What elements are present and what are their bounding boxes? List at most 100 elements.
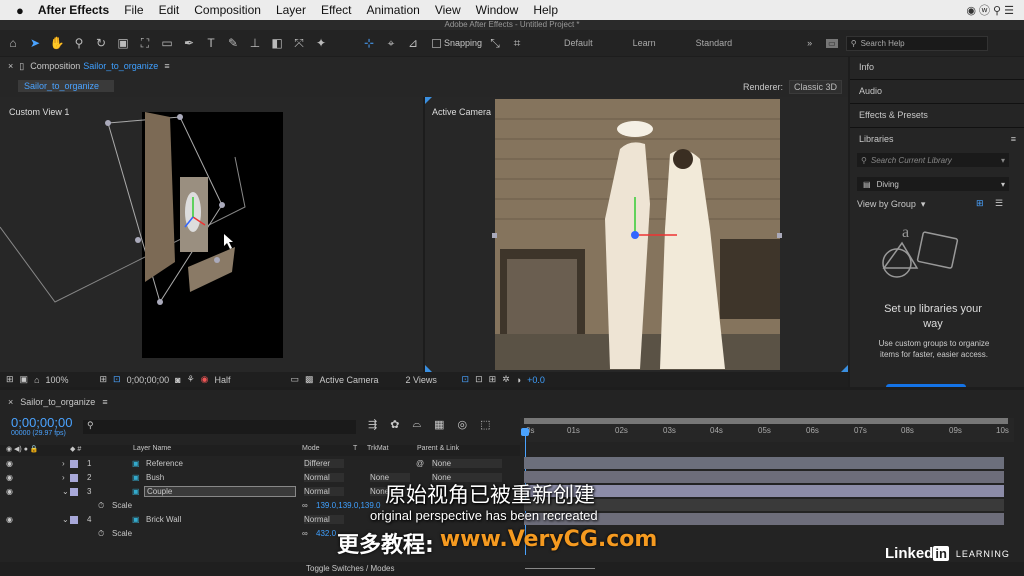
stopwatch-icon[interactable]: ⏱ [98, 529, 104, 539]
motion-blur-icon[interactable]: ◎ [458, 418, 468, 431]
eye-icon[interactable]: ◉ [6, 459, 13, 468]
menu-help[interactable]: Help [533, 3, 558, 17]
layer-name[interactable]: Bush [146, 473, 164, 482]
local-axis-icon[interactable]: ⊹ [360, 34, 378, 52]
label-color-swatch[interactable] [70, 487, 78, 496]
menu-file[interactable]: File [124, 3, 143, 17]
layer-name[interactable]: Brick Wall [146, 515, 181, 524]
draft-3d-icon[interactable]: ✿ [390, 418, 399, 431]
zoom-slider[interactable] [525, 568, 595, 569]
layer-name[interactable]: Reference [146, 459, 183, 468]
stopwatch-icon[interactable]: ⏱ [98, 501, 104, 511]
stamp-tool-icon[interactable]: ⊥ [246, 34, 264, 52]
collapse-arrow-icon[interactable]: ⌄ [62, 515, 69, 524]
frame-blending-icon[interactable]: ▦ [434, 418, 444, 431]
libraries-menu-icon[interactable]: ≡ [1011, 134, 1016, 144]
layer-row-1[interactable]: ◉ › 1 ▣ Reference Differer @ None [0, 457, 520, 470]
apple-icon[interactable]: ● [16, 3, 24, 18]
viewer-timecode[interactable]: 0;00;00;00 [127, 375, 170, 385]
exposure-value[interactable]: +0.0 [527, 375, 545, 385]
collapse-arrow-icon[interactable]: ⌄ [62, 487, 69, 496]
timeline-search-field[interactable]: ⚲ [83, 420, 356, 434]
view-axis-icon[interactable]: ⊿ [404, 34, 422, 52]
label-color-swatch[interactable] [70, 473, 78, 482]
pan-behind-icon[interactable]: ⛶ [136, 34, 154, 52]
toggle-switches-modes[interactable]: Toggle Switches / Modes [306, 564, 395, 573]
eraser-tool-icon[interactable]: ◧ [268, 34, 286, 52]
libraries-panel-title[interactable]: Libraries [859, 134, 894, 144]
type-tool-icon[interactable]: T [202, 34, 220, 52]
mode-dropdown[interactable]: Normal [304, 487, 344, 496]
puppet-tool-icon[interactable]: ✦ [312, 34, 330, 52]
menu-layer[interactable]: Layer [276, 3, 306, 17]
close-icon[interactable]: × [8, 397, 13, 407]
parent-dropdown[interactable]: None [432, 459, 502, 468]
audio-panel[interactable]: Audio [859, 86, 882, 96]
menu-view[interactable]: View [435, 3, 461, 17]
time-ruler[interactable]: 0s 01s 02s 03s 04s 05s 06s 07s 08s 09s 1… [520, 418, 1014, 442]
mode-dropdown[interactable]: Normal [304, 515, 344, 524]
menu-icon[interactable]: ≡ [102, 397, 107, 407]
col-mode[interactable]: Mode [302, 445, 320, 452]
transparency-grid-icon[interactable]: ▩ [305, 374, 314, 385]
constrain-link-icon[interactable]: ∞ [302, 529, 308, 538]
search-help-field[interactable]: ⚲ Search Help [845, 35, 988, 51]
workspace-icon[interactable]: ▭ [826, 38, 838, 48]
menu-composition[interactable]: Composition [194, 3, 261, 17]
get-started-button[interactable] [886, 384, 966, 387]
roi-icon[interactable]: ▭ [291, 374, 300, 385]
track-bar-1[interactable] [524, 457, 1004, 469]
preview-icon[interactable]: ⊞ [6, 374, 14, 385]
snapping-checkbox[interactable]: Snapping [432, 38, 482, 48]
comp-breadcrumb[interactable]: Sailor_to_organize [18, 80, 114, 92]
zoom-dropdown[interactable]: 100% [46, 375, 94, 385]
snap-icon[interactable]: ⤡ [486, 34, 504, 52]
hand-tool-icon[interactable]: ✋ [48, 34, 66, 52]
scale-value[interactable]: 432.0 [316, 529, 336, 538]
expand-arrow-icon[interactable]: › [62, 459, 65, 468]
expand-arrow-icon[interactable]: › [62, 473, 65, 482]
3d-icon[interactable]: ⊡ [475, 374, 483, 385]
views-layout-dropdown[interactable]: 2 Views [406, 375, 456, 385]
library-dropdown[interactable]: ▤ Diving ▾ [857, 177, 1009, 191]
layer-name-field[interactable]: Couple [144, 486, 296, 497]
menu-edit[interactable]: Edit [159, 3, 180, 17]
grid-icon[interactable]: ⊞ [100, 374, 108, 385]
mask-icon[interactable]: ⌂ [34, 375, 39, 385]
col-parent[interactable]: Parent & Link [417, 445, 459, 452]
world-axis-icon[interactable]: ⌖ [382, 34, 400, 52]
selection-tool-icon[interactable]: ➤ [26, 34, 44, 52]
effects-presets-panel[interactable]: Effects & Presets [859, 110, 928, 120]
menu-app[interactable]: After Effects [38, 3, 109, 17]
workspace-learn[interactable]: Learn [633, 38, 656, 48]
timeline-timecode[interactable]: 0;00;00;00 [11, 415, 72, 430]
comp-tab[interactable]: × ▯ Composition Sailor_to_organize ≡ [8, 61, 170, 72]
rotate-tool-icon[interactable]: ↻ [92, 34, 110, 52]
list-view-icon[interactable]: ☰ [995, 198, 1003, 209]
menu-effect[interactable]: Effect [321, 3, 351, 17]
flowchart-icon[interactable]: ⊞ [489, 374, 497, 385]
col-trkmat[interactable]: TrkMat [367, 445, 389, 452]
mode-dropdown[interactable]: Differer [304, 459, 344, 468]
snapshot-icon[interactable]: ◙ [175, 375, 180, 385]
view-by-dropdown[interactable]: View by Group ▾ [857, 199, 925, 210]
view-layout-icon[interactable]: ⊡ [462, 374, 470, 385]
menu-animation[interactable]: Animation [366, 3, 419, 17]
renderer-value[interactable]: Classic 3D [788, 80, 842, 94]
label-color-swatch[interactable] [70, 459, 78, 468]
playhead-handle[interactable] [521, 428, 529, 436]
graph-editor-icon[interactable]: ⬚ [480, 418, 490, 431]
info-panel[interactable]: Info [859, 62, 874, 72]
eye-icon[interactable]: ◉ [6, 515, 13, 524]
parent-pickwhip-icon[interactable]: @ [416, 459, 424, 468]
eye-icon[interactable]: ◉ [6, 487, 13, 496]
eye-icon[interactable]: ◉ [6, 473, 13, 482]
show-snapshot-icon[interactable]: ⚘ [187, 374, 195, 385]
region-icon[interactable]: ▣ [20, 374, 29, 385]
menu-icon[interactable]: ≡ [164, 61, 169, 72]
track-bar-3[interactable] [524, 485, 1004, 497]
label-color-swatch[interactable] [70, 515, 78, 524]
col-t[interactable]: T [353, 445, 357, 452]
camera-tool-icon[interactable]: ▣ [114, 34, 132, 52]
workspace-default[interactable]: Default [564, 38, 593, 48]
